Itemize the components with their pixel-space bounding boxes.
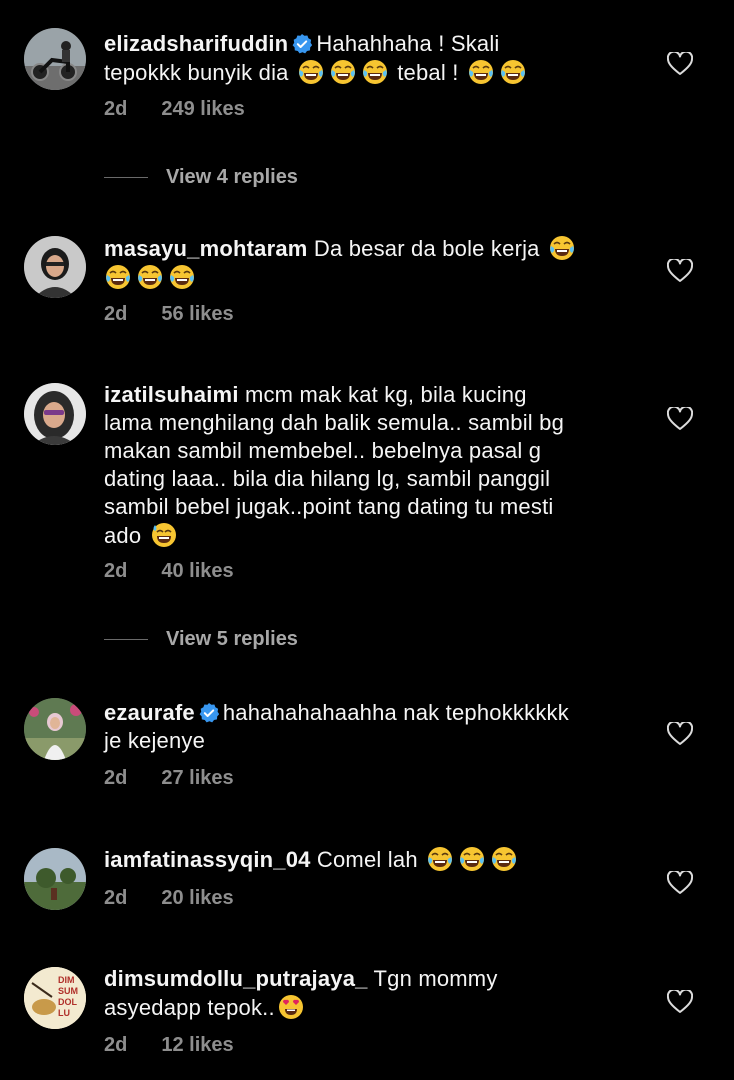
comment-time: 2d (104, 303, 128, 325)
comment-time: 2d (104, 98, 128, 120)
comment-meta: 2d 12 likes (104, 1034, 234, 1057)
comment-body: tepokkk bunyik dia (104, 60, 295, 85)
replies-divider (104, 639, 148, 641)
laughing-tears-emoji (490, 845, 518, 873)
comment-meta: 2d 40 likes (104, 560, 234, 583)
comment-text: izatilsuhaimi mcm mak kat kg, bila kucin… (104, 381, 634, 550)
comment-body: Hahahhaha ! Skali (316, 31, 500, 56)
comment-body: sambil bebel jugak..point tang dating tu… (104, 494, 554, 519)
laughing-tears-emoji (499, 58, 527, 86)
avatar-logo-text: DIM (58, 975, 75, 985)
ezaurafe-avatar-image (24, 698, 86, 760)
comment-meta: 2d 249 likes (104, 98, 245, 121)
comment-meta: 2d 20 likes (104, 887, 234, 910)
verified-badge-icon (292, 34, 312, 54)
comment-username[interactable]: masayu_mohtaram (104, 236, 308, 261)
laughing-tears-emoji (168, 263, 196, 291)
avatar-logo-text: DOL (58, 997, 78, 1007)
likes-count[interactable]: 40 likes (161, 560, 233, 582)
laughing-tears-emoji (467, 58, 495, 86)
comment-body: tebal ! (390, 60, 465, 85)
avatar-logo-text: SUM (58, 986, 78, 996)
laughing-tears-emoji (329, 58, 357, 86)
likes-count[interactable]: 27 likes (161, 767, 233, 789)
comment-text: masayu_mohtaram Da besar da bole kerja (104, 234, 634, 292)
likes-count[interactable]: 56 likes (161, 303, 233, 325)
comment-username[interactable]: izatilsuhaimi (104, 382, 239, 407)
comment-body: Da besar da bole kerja (313, 236, 540, 261)
view-replies-button[interactable]: View 4 replies (104, 166, 298, 189)
heart-eyes-emoji (277, 993, 305, 1021)
laughing-tears-emoji (548, 234, 576, 262)
sweat-smile-emoji (150, 521, 178, 549)
heart-outline-icon[interactable] (667, 722, 693, 746)
laughing-tears-emoji (458, 845, 486, 873)
avatar-logo-text: LU (58, 1008, 70, 1018)
avatar[interactable] (24, 698, 86, 760)
replies-divider (104, 177, 148, 179)
comment-text: elizadsharifuddin Hahahhaha ! Skali tepok… (104, 30, 634, 87)
heart-outline-icon[interactable] (667, 259, 693, 283)
motorcycle-avatar-image (24, 28, 86, 90)
comment-body: asyedapp tepok.. (104, 995, 275, 1020)
view-replies-label: View 5 replies (166, 628, 298, 650)
laughing-tears-emoji (297, 58, 325, 86)
avatar[interactable] (24, 383, 86, 445)
comment-time: 2d (104, 767, 128, 789)
woman-avatar-image (24, 236, 86, 298)
comment-body: mcm mak kat kg, bila kucing (244, 382, 527, 407)
comment-username[interactable]: iamfatinassyqin_04 (104, 847, 311, 872)
comment-username[interactable]: elizadsharifuddin (104, 31, 288, 56)
verified-badge-icon (199, 703, 219, 723)
hijab-avatar-image (24, 383, 86, 445)
likes-count[interactable]: 20 likes (161, 887, 233, 909)
comment-text: dimsumdollu_putrajaya_ Tgn mommy asyedap… (104, 965, 634, 1022)
comment-body: je kejenye (104, 728, 206, 753)
comment-time: 2d (104, 560, 128, 582)
comment-body: lama menghilang dah balik semula.. sambi… (104, 410, 565, 435)
laughing-tears-emoji (426, 845, 454, 873)
comment-meta: 2d 56 likes (104, 303, 234, 326)
view-replies-button[interactable]: View 5 replies (104, 628, 298, 651)
laughing-tears-emoji (104, 263, 132, 291)
landscape-avatar-image (24, 848, 86, 910)
comment-username[interactable]: ezaurafe (104, 700, 195, 725)
dimsum-logo-avatar-image: DIM SUM DOL LU (24, 967, 86, 1029)
heart-outline-icon[interactable] (667, 407, 693, 431)
avatar[interactable] (24, 236, 86, 298)
comment-text: iamfatinassyqin_04 Comel lah (104, 845, 634, 874)
comment-body: makan sambil membebel.. bebelnya pasal g (104, 438, 542, 463)
comment-body: dating laaa.. bila dia hilang lg, sambil… (104, 466, 551, 491)
comment-body: ado (104, 523, 142, 548)
comment-body: Tgn mommy (373, 966, 498, 991)
likes-count[interactable]: 12 likes (161, 1034, 233, 1056)
heart-outline-icon[interactable] (667, 871, 693, 895)
likes-count[interactable]: 249 likes (161, 98, 244, 120)
comment-meta: 2d 27 likes (104, 767, 234, 790)
heart-outline-icon[interactable] (667, 990, 693, 1014)
avatar[interactable] (24, 28, 86, 90)
comment-time: 2d (104, 1034, 128, 1056)
view-replies-label: View 4 replies (166, 166, 298, 188)
comment-body: Comel lah (316, 847, 418, 872)
avatar[interactable] (24, 848, 86, 910)
laughing-tears-emoji (136, 263, 164, 291)
heart-outline-icon[interactable] (667, 52, 693, 76)
comment-body: hahahahahaahha nak tephokkkkkk (222, 700, 569, 725)
laughing-tears-emoji (361, 58, 389, 86)
comment-username[interactable]: dimsumdollu_putrajaya_ (104, 966, 368, 991)
avatar[interactable]: DIM SUM DOL LU (24, 967, 86, 1029)
comment-time: 2d (104, 887, 128, 909)
comment-text: ezaurafe hahahahahaahha nak tephokkkkkk j… (104, 699, 634, 755)
